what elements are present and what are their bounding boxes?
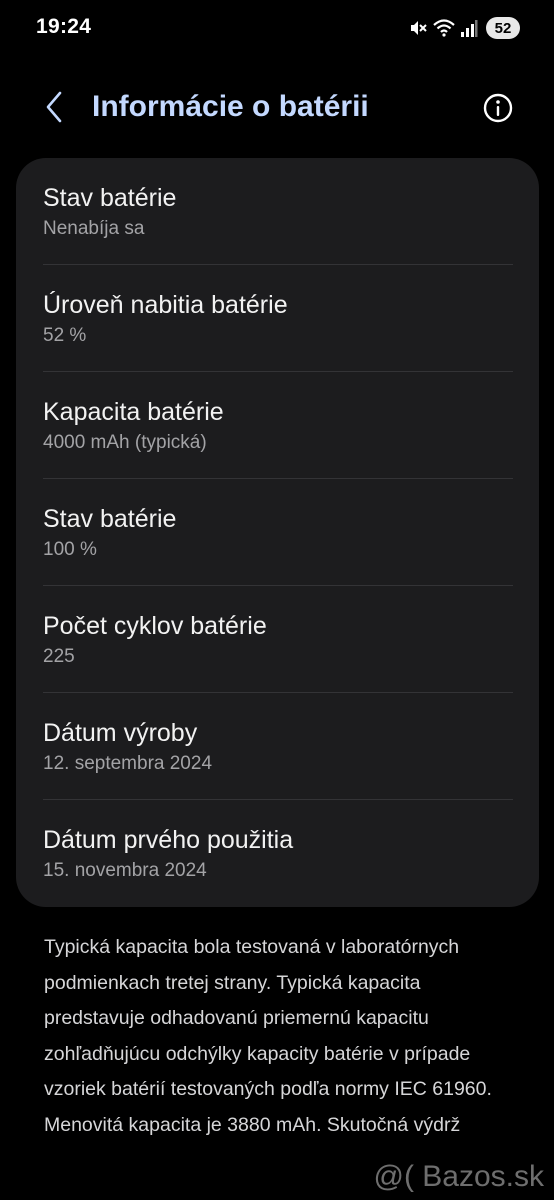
info-icon <box>482 93 514 128</box>
info-button[interactable] <box>482 92 514 124</box>
item-title: Stav batérie <box>43 505 177 533</box>
battery-info-card: Stav batérie Nenabíja sa Úroveň nabitia … <box>16 158 539 907</box>
status-bar: 19:24 52 <box>0 0 554 56</box>
chevron-left-icon <box>43 90 65 129</box>
mute-icon <box>408 18 428 38</box>
wifi-icon <box>432 18 456 38</box>
list-item-first-use-date[interactable]: Dátum prvého použitia 15. novembra 2024 <box>43 800 513 907</box>
list-item-manufacture-date[interactable]: Dátum výroby 12. septembra 2024 <box>43 693 513 800</box>
header: Informácie o batérii <box>0 80 554 138</box>
item-title: Počet cyklov batérie <box>43 612 267 640</box>
item-title: Dátum výroby <box>43 719 198 747</box>
watermark-logo-icon: @( <box>373 1160 414 1193</box>
status-time: 19:24 <box>36 15 92 38</box>
list-item-battery-health[interactable]: Stav batérie 100 % <box>43 479 513 586</box>
item-value: 225 <box>43 646 75 667</box>
item-value: Nenabíja sa <box>43 218 145 239</box>
signal-icon <box>460 18 478 38</box>
item-value: 15. novembra 2024 <box>43 860 207 881</box>
item-title: Dátum prvého použitia <box>43 826 294 854</box>
back-button[interactable] <box>36 88 72 130</box>
list-item-capacity[interactable]: Kapacita batérie 4000 mAh (typická) <box>43 372 513 479</box>
capacity-footnote: Typická kapacita bola testovaná v labora… <box>44 936 492 1136</box>
item-value: 52 % <box>43 325 87 346</box>
status-icons: 52 <box>408 15 520 41</box>
item-value: 4000 mAh (typická) <box>43 432 207 453</box>
battery-icon: 52 <box>486 17 520 39</box>
page-title: Informácie o batérii <box>92 90 369 123</box>
watermark-text: Bazos.sk <box>422 1160 544 1193</box>
list-item-charging-status[interactable]: Stav batérie Nenabíja sa <box>43 158 513 265</box>
item-title: Stav batérie <box>43 184 177 212</box>
list-item-charge-level[interactable]: Úroveň nabitia batérie 52 % <box>43 265 513 372</box>
list-item-cycle-count[interactable]: Počet cyklov batérie 225 <box>43 586 513 693</box>
watermark: @( Bazos.sk <box>373 1160 544 1194</box>
item-title: Úroveň nabitia batérie <box>43 291 288 319</box>
item-value: 100 % <box>43 539 97 560</box>
item-value: 12. septembra 2024 <box>43 753 213 774</box>
item-title: Kapacita batérie <box>43 398 224 426</box>
